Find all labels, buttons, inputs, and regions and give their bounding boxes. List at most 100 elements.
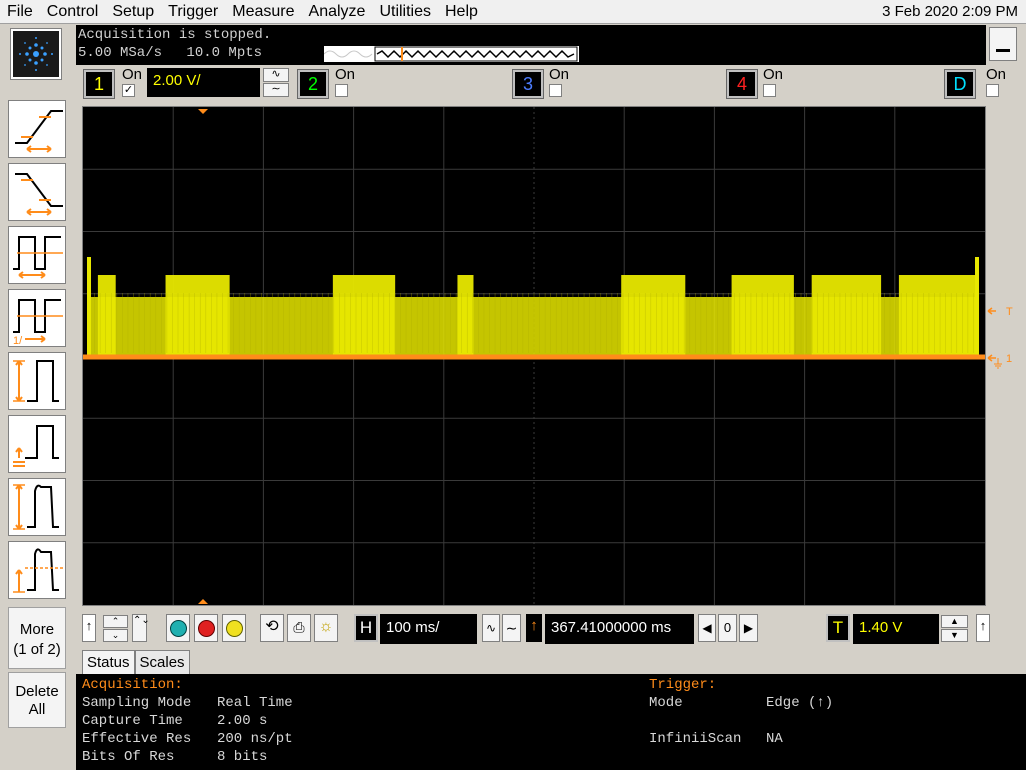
print-button[interactable]: ⎙	[287, 614, 311, 642]
channel-2-button[interactable]: 2	[297, 69, 329, 99]
menu-help[interactable]: Help	[438, 0, 485, 24]
bits-of-res-value: 8 bits	[217, 749, 268, 765]
channel-1-button[interactable]: 1	[83, 69, 115, 99]
digital-channel-button[interactable]: D	[944, 69, 976, 99]
waveform-display[interactable]	[82, 106, 986, 606]
memory-depth: 10.0 Mpts	[186, 45, 263, 61]
trigger-level-marker: T	[1006, 306, 1013, 318]
digital-on-label: On	[986, 66, 1007, 83]
channel-3-button[interactable]: 3	[512, 69, 544, 99]
caret-left-icon: ◀	[702, 621, 712, 635]
tab-status[interactable]: Status	[82, 650, 135, 674]
trigger-header: Trigger:	[649, 677, 717, 693]
tab-scales[interactable]: Scales	[134, 650, 190, 674]
trigger-level-up-button[interactable]: ▲	[941, 615, 968, 628]
delay-zero-button[interactable]: 0	[718, 614, 737, 642]
delay-right-button[interactable]: ▶	[739, 614, 758, 642]
channel-1-checkbox[interactable]: ✓	[122, 84, 135, 97]
single-acquire-button[interactable]	[166, 614, 190, 642]
keysight-logo-icon[interactable]	[10, 28, 62, 80]
stop-button[interactable]	[194, 614, 218, 642]
delay-arrow-icon: ↑	[530, 617, 538, 634]
trace-high-segment	[898, 275, 978, 355]
channel-1-ac-coupling-button[interactable]: ∿	[263, 68, 289, 82]
run-button[interactable]	[222, 614, 246, 642]
run-icon	[225, 619, 243, 637]
zoom-out-button[interactable]: ∼	[502, 614, 521, 642]
fall-time-measure-button[interactable]	[8, 163, 66, 221]
frequency-measure-button[interactable]: 1/	[8, 289, 66, 347]
more-measurements-button[interactable]: More (1 of 2)	[8, 607, 66, 669]
ground-arrow-icon	[987, 354, 996, 362]
more-page-label: (1 of 2)	[13, 641, 61, 658]
pointer-arrow-button[interactable]: ↑	[82, 614, 96, 642]
channel-2-checkbox[interactable]	[335, 84, 348, 97]
channel-4-on-label: On	[763, 66, 784, 83]
wave-icon: ∼	[505, 620, 518, 636]
channel-1-on-label: On	[122, 66, 143, 83]
trigger-mode-label: Mode	[649, 695, 683, 711]
trigger-setup-button[interactable]: T	[826, 614, 850, 642]
rising-edge-icon: ↑	[979, 618, 987, 633]
trigger-position-top-marker	[198, 109, 208, 114]
infiniiscan-value: NA	[766, 731, 783, 747]
trigger-level-arrow-icon	[987, 307, 996, 315]
overshoot-icon	[13, 548, 63, 593]
menu-control[interactable]: Control	[40, 0, 106, 24]
channel-3-checkbox[interactable]	[549, 84, 562, 97]
memory-bar-overview[interactable]	[323, 46, 579, 62]
channel-4-checkbox[interactable]	[763, 84, 776, 97]
rise-time-measure-button[interactable]	[8, 100, 66, 158]
horizontal-delay-field[interactable]: 367.41000000 ms	[545, 614, 694, 644]
channel-1-scale-field[interactable]: 2.00 V/	[147, 68, 260, 97]
zoom-wave-icon: ∿	[485, 621, 497, 635]
triangle-up-icon: ▲	[950, 616, 959, 626]
more-label: More	[19, 621, 55, 638]
triangle-down-icon: ▼	[950, 630, 959, 640]
sampling-mode-value: Real Time	[217, 695, 293, 711]
menu-measure[interactable]: Measure	[225, 0, 301, 24]
period-icon	[13, 236, 63, 279]
horizontal-scale-field[interactable]: 100 ms/	[380, 614, 477, 644]
delay-left-button[interactable]: ◀	[698, 614, 716, 642]
scroll-toggle-button[interactable]: ⌃⌄	[132, 614, 150, 642]
ground-level-marker: 1	[1006, 353, 1012, 365]
digital-checkbox[interactable]	[986, 84, 999, 97]
delete-label: Delete	[15, 683, 59, 700]
horizontal-setup-button[interactable]: H	[354, 614, 378, 642]
trace-edge-spike	[975, 257, 979, 355]
ac-wave-icon: ∿	[271, 68, 281, 80]
zoom-in-button[interactable]: ∿	[482, 614, 500, 642]
trigger-mode-value: Edge (↑)	[766, 695, 834, 711]
dc-wave-icon: ∼	[271, 83, 281, 95]
delete-sub-label: All	[28, 701, 46, 718]
rise-time-icon	[15, 110, 63, 153]
vmax-measure-button[interactable]	[8, 478, 66, 536]
overshoot-measure-button[interactable]	[8, 541, 66, 599]
channel-4-button[interactable]: 4	[726, 69, 758, 99]
trigger-level-down-button[interactable]: ▼	[941, 629, 968, 642]
top-base-measure-button[interactable]	[8, 415, 66, 473]
minimize-icon	[996, 49, 1010, 52]
display-brightness-button[interactable]: ☼	[314, 614, 338, 642]
minimize-button[interactable]	[989, 27, 1017, 61]
channel-1-dc-coupling-button[interactable]: ∼	[263, 83, 289, 97]
menu-file[interactable]: File	[0, 0, 40, 24]
menu-trigger[interactable]: Trigger	[161, 0, 225, 24]
scroll-down-button[interactable]: ⌄	[103, 629, 128, 642]
menu-analyze[interactable]: Analyze	[302, 0, 373, 24]
trigger-edge-button[interactable]: ↑	[976, 614, 990, 642]
ground-symbol-icon	[994, 358, 1002, 369]
delete-all-button[interactable]: Delete All	[8, 672, 66, 728]
delay-reference-button[interactable]: ↑	[526, 614, 542, 642]
infiniiscan-label: InfiniiScan	[649, 731, 742, 747]
scroll-up-button[interactable]: ⌃	[103, 615, 128, 628]
single-icon	[169, 619, 187, 637]
menu-setup[interactable]: Setup	[105, 0, 161, 24]
autoscale-button[interactable]: ⟲	[260, 614, 284, 642]
acquisition-header: Acquisition:	[82, 677, 183, 693]
amplitude-measure-button[interactable]	[8, 352, 66, 410]
period-measure-button[interactable]	[8, 226, 66, 284]
menu-utilities[interactable]: Utilities	[372, 0, 438, 24]
trigger-level-field[interactable]: 1.40 V	[853, 614, 939, 644]
